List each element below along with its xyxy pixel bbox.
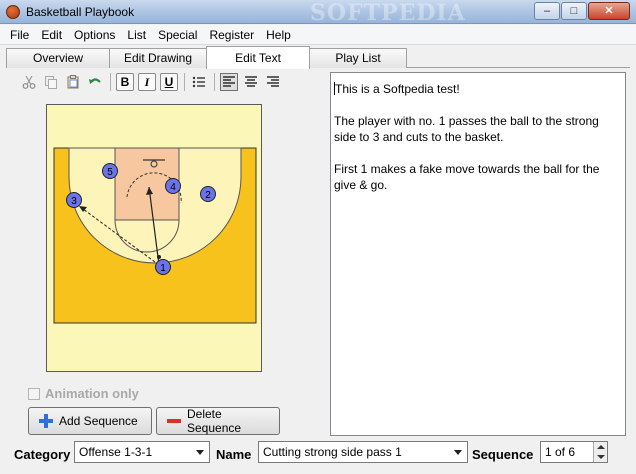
stepper-up-icon[interactable]	[593, 442, 607, 452]
menu-file[interactable]: File	[4, 25, 35, 44]
italic-icon[interactable]: I	[138, 73, 156, 91]
tab-play-list[interactable]: Play List	[309, 48, 407, 68]
copy-icon[interactable]	[42, 73, 60, 91]
court-drawing: 1 2 3 4 5	[53, 147, 257, 324]
menu-help[interactable]: Help	[260, 25, 297, 44]
player-4[interactable]: 4	[165, 178, 181, 194]
stepper-down-icon[interactable]	[593, 452, 607, 462]
menu-special[interactable]: Special	[152, 25, 203, 44]
category-dropdown[interactable]: Offense 1-3-1	[74, 441, 210, 463]
minus-icon	[167, 414, 181, 428]
align-left-icon[interactable]	[220, 73, 238, 91]
chevron-down-icon	[196, 450, 204, 455]
delete-sequence-button[interactable]: Delete Sequence	[156, 407, 280, 435]
bold-icon[interactable]: B	[116, 73, 134, 91]
editor-paragraph: First 1 makes a fake move towards the ba…	[334, 162, 600, 192]
align-center-icon[interactable]	[242, 73, 260, 91]
player-2[interactable]: 2	[200, 186, 216, 202]
align-right-icon[interactable]	[264, 73, 282, 91]
menu-bar: File Edit Options List Special Register …	[0, 25, 636, 45]
play-text-editor[interactable]: This is a Softpedia test! The player wit…	[330, 72, 626, 436]
basketball-app-icon	[6, 5, 20, 19]
tab-strip: Overview Edit Drawing Edit Text Play Lis…	[6, 46, 407, 69]
window-title: Basketball Playbook	[26, 5, 135, 19]
chevron-down-icon	[454, 450, 462, 455]
cut-icon[interactable]	[20, 73, 38, 91]
paste-icon[interactable]	[64, 73, 82, 91]
player-3[interactable]: 3	[66, 192, 82, 208]
toolbar-separator	[184, 73, 185, 91]
undo-icon[interactable]	[86, 73, 104, 91]
svg-text:3: 3	[71, 196, 77, 207]
sequence-label: Sequence	[472, 447, 534, 462]
tab-overview[interactable]: Overview	[6, 48, 110, 68]
toolbar-separator	[214, 73, 215, 91]
tab-edit-drawing[interactable]: Edit Drawing	[109, 48, 207, 68]
player-1[interactable]: 1	[155, 259, 171, 275]
svg-text:1: 1	[160, 263, 166, 274]
animation-only-option[interactable]: Animation only	[28, 386, 139, 401]
menu-list[interactable]: List	[121, 25, 152, 44]
underline-icon[interactable]: U	[160, 73, 178, 91]
ball-marker	[157, 255, 161, 259]
player-5[interactable]: 5	[102, 163, 118, 179]
editor-paragraph: This is a Softpedia test!	[334, 82, 460, 96]
svg-text:2: 2	[205, 190, 211, 201]
menu-register[interactable]: Register	[203, 25, 260, 44]
watermark: SOFTPEDIA	[310, 0, 466, 26]
toolbar-separator	[110, 73, 111, 91]
animation-only-label: Animation only	[45, 386, 139, 401]
close-button[interactable]: ✕	[588, 2, 630, 20]
window-controls: – □ ✕	[533, 2, 630, 20]
svg-text:5: 5	[107, 167, 113, 178]
editor-paragraph: The player with no. 1 passes the ball to…	[334, 114, 599, 144]
animation-only-checkbox[interactable]	[28, 387, 40, 400]
sequence-stepper[interactable]: 1 of 6	[540, 441, 608, 463]
bullet-list-icon[interactable]	[190, 73, 208, 91]
menu-options[interactable]: Options	[68, 25, 121, 44]
minimize-button[interactable]: –	[534, 2, 560, 20]
maximize-button[interactable]: □	[561, 2, 587, 20]
add-sequence-button[interactable]: Add Sequence	[28, 407, 152, 435]
category-label: Category	[14, 447, 71, 462]
name-dropdown[interactable]: Cutting strong side pass 1	[258, 441, 468, 463]
court-canvas[interactable]: 1 2 3 4 5	[46, 104, 262, 372]
menu-edit[interactable]: Edit	[35, 25, 68, 44]
svg-text:4: 4	[170, 182, 176, 193]
title-bar: Basketball Playbook SOFTPEDIA – □ ✕	[0, 0, 636, 26]
name-label: Name	[216, 447, 252, 462]
formatting-toolbar: B I U	[20, 72, 286, 92]
tab-edit-text[interactable]: Edit Text	[206, 46, 310, 69]
plus-icon	[39, 414, 53, 428]
